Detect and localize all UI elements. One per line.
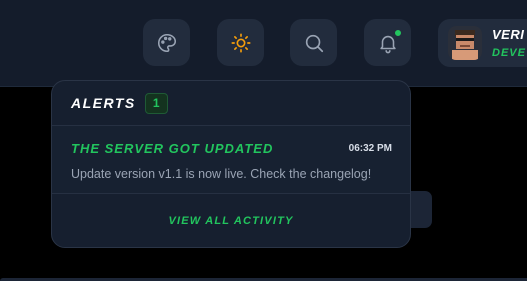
- search-button[interactable]: [290, 19, 337, 66]
- notifications-button[interactable]: [364, 19, 411, 66]
- notification-message: Update version v1.1 is now live. Check t…: [71, 167, 372, 181]
- profile-name: VERI: [492, 27, 525, 42]
- alerts-title: ALERTS: [71, 95, 136, 111]
- top-bar: VERI DEVE: [0, 0, 527, 87]
- avatar: [448, 26, 482, 60]
- notification-dot: [393, 28, 403, 38]
- search-icon: [303, 32, 325, 54]
- view-all-activity-link[interactable]: VIEW ALL ACTIVITY: [168, 215, 293, 227]
- profile-role: DEVE: [492, 47, 526, 59]
- notification-time: 06:32 PM: [348, 143, 392, 154]
- alerts-count-badge: 1: [144, 92, 168, 114]
- alerts-footer: VIEW ALL ACTIVITY: [52, 194, 410, 247]
- notification-item[interactable]: THE SERVER GOT UPDATED 06:32 PM Update v…: [52, 126, 410, 194]
- alerts-dropdown: ALERTS 1 THE SERVER GOT UPDATED 06:32 PM…: [51, 80, 411, 248]
- notification-title: THE SERVER GOT UPDATED: [71, 141, 274, 156]
- palette-icon: [156, 32, 178, 54]
- theme-palette-button[interactable]: [143, 19, 190, 66]
- sun-icon: [230, 32, 252, 54]
- light-mode-button[interactable]: [217, 19, 264, 66]
- alerts-header: ALERTS 1: [52, 81, 410, 126]
- profile-menu[interactable]: VERI DEVE: [438, 19, 527, 67]
